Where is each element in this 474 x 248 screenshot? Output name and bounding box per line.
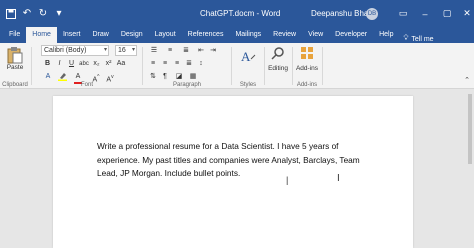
clipboard-group-label: Clipboard	[2, 82, 28, 88]
styles-group: A Styles	[233, 43, 263, 89]
shrink-font-button[interactable]: Av	[105, 72, 115, 83]
tell-me-label: Tell me	[411, 35, 434, 43]
editing-button[interactable]: Editing	[266, 46, 290, 86]
maximize-icon[interactable]: ▢	[436, 0, 458, 27]
tab-mailings[interactable]: Mailings	[229, 27, 267, 43]
shading-icon[interactable]: ◪	[174, 72, 184, 82]
divider	[31, 47, 32, 85]
multilevel-list-icon[interactable]: ≣	[180, 46, 192, 56]
chevron-down-icon: ▾	[131, 47, 135, 53]
tab-developer[interactable]: Developer	[329, 27, 373, 43]
addins-group: Add-ins Add-ins	[294, 43, 320, 89]
styles-icon: A	[241, 49, 256, 64]
ribbon-display-options-icon[interactable]: ▭	[392, 0, 414, 27]
underline-button[interactable]: U	[67, 59, 76, 69]
title-bar: ↶ ↻ ▾ ChatGPT.docm - Word Deepanshu Bhal…	[0, 0, 474, 27]
tell-me-box[interactable]: 💡︎ Tell me	[403, 35, 433, 43]
collapse-ribbon-icon[interactable]: ⌃	[462, 76, 472, 86]
bullets-icon[interactable]: ☰	[148, 46, 160, 56]
grow-font-button[interactable]: A^	[91, 72, 101, 83]
ribbon-tabs: File Home Insert Draw Design Layout Refe…	[0, 27, 474, 43]
avatar[interactable]: DB	[366, 8, 378, 20]
highlighter-icon	[57, 73, 67, 81]
sort-icon[interactable]: ⇅	[148, 72, 158, 82]
editing-group: Editing	[266, 43, 290, 89]
chevron-down-icon: ▾	[103, 47, 107, 53]
styles-group-label: Styles	[239, 82, 257, 88]
subscript-button[interactable]: x₂	[92, 59, 101, 69]
divider	[322, 47, 323, 85]
svg-text:A: A	[241, 49, 251, 64]
customize-qat-icon[interactable]: ▾	[52, 7, 66, 21]
superscript-button[interactable]: x²	[104, 59, 113, 69]
divider	[264, 47, 265, 85]
align-left-icon[interactable]: ≡	[148, 59, 158, 69]
tab-home[interactable]: Home	[26, 27, 57, 43]
editing-label: Editing	[268, 65, 288, 72]
paragraph-group: ☰ ≡ ≣ ⇤ ⇥ ≡ ≡ ≡ ≣ ↕ ⇅ ¶ ◪ ▦ Paragraph	[144, 43, 230, 89]
font-name-dropdown[interactable]: Calibri (Body) ▾	[41, 45, 109, 56]
document-workspace: Write a professional resume for a Data S…	[0, 90, 474, 248]
addins-label: Add-ins	[295, 65, 319, 72]
font-size-dropdown[interactable]: 16 ▾	[115, 45, 137, 56]
vertical-scrollbar[interactable]	[466, 90, 474, 248]
show-formatting-icon[interactable]: ¶	[160, 72, 170, 82]
tab-layout[interactable]: Layout	[149, 27, 182, 43]
quick-access-toolbar: ↶ ↻ ▾	[0, 7, 66, 21]
paste-label: Paste	[6, 64, 24, 71]
align-right-icon[interactable]: ≡	[172, 59, 182, 69]
save-icon[interactable]	[4, 7, 18, 21]
paste-button[interactable]: Paste	[4, 46, 26, 76]
addins-group-label: Add-ins	[296, 82, 318, 88]
text-cursor: |	[286, 175, 289, 185]
highlight-button[interactable]	[57, 72, 67, 82]
bold-button[interactable]: B	[43, 59, 52, 69]
tab-design[interactable]: Design	[115, 27, 149, 43]
close-icon[interactable]: ✕	[456, 0, 474, 27]
font-name-value: Calibri (Body)	[44, 47, 87, 54]
italic-button[interactable]: I	[55, 59, 64, 69]
font-color-button[interactable]: A	[73, 72, 83, 82]
font-group-label: Font	[80, 82, 93, 88]
numbering-icon[interactable]: ≡	[164, 46, 176, 56]
undo-icon[interactable]: ↶	[20, 7, 34, 21]
increase-indent-icon[interactable]: ⇥	[208, 46, 218, 56]
search-icon	[271, 47, 284, 60]
font-size-value: 16	[118, 47, 126, 54]
text-effects-button[interactable]: A	[43, 72, 53, 82]
tab-help[interactable]: Help	[373, 27, 399, 43]
divider	[292, 47, 293, 85]
addins-icon	[301, 47, 313, 59]
align-center-icon[interactable]: ≡	[160, 59, 170, 69]
document-body-text[interactable]: Write a professional resume for a Data S…	[97, 140, 377, 181]
divider	[231, 47, 232, 85]
strikethrough-button[interactable]: abc	[79, 59, 89, 69]
minimize-icon[interactable]: –	[414, 0, 436, 27]
borders-icon[interactable]: ▦	[188, 72, 198, 82]
font-group: Calibri (Body) ▾ 16 ▾ B I U abc x₂ x² Aa…	[33, 43, 141, 89]
tab-view[interactable]: View	[302, 27, 329, 43]
paragraph-group-label: Paragraph	[172, 82, 202, 88]
clipboard-icon	[7, 47, 23, 64]
justify-icon[interactable]: ≣	[184, 59, 194, 69]
divider	[142, 47, 143, 85]
tab-draw[interactable]: Draw	[86, 27, 114, 43]
decrease-indent-icon[interactable]: ⇤	[196, 46, 206, 56]
scrollbar-thumb[interactable]	[468, 94, 472, 164]
tab-insert[interactable]: Insert	[57, 27, 87, 43]
document-title: ChatGPT.docm - Word	[200, 9, 281, 18]
line-spacing-icon[interactable]: ↕	[196, 59, 206, 69]
ribbon: Paste Clipboard Calibri (Body) ▾ 16 ▾ B …	[0, 43, 474, 89]
clipboard-group: Paste Clipboard	[0, 43, 30, 89]
ibeam-cursor-icon: I	[337, 173, 340, 184]
change-case-button[interactable]: Aa	[116, 59, 126, 69]
styles-gallery-button[interactable]: A	[236, 47, 260, 73]
lightbulb-icon: 💡︎	[403, 35, 409, 42]
redo-icon[interactable]: ↻	[36, 7, 50, 21]
tab-review[interactable]: Review	[267, 27, 302, 43]
tab-file[interactable]: File	[0, 27, 26, 43]
document-page[interactable]: Write a professional resume for a Data S…	[53, 96, 413, 248]
tab-references[interactable]: References	[182, 27, 230, 43]
addins-button[interactable]: Add-ins	[294, 46, 320, 76]
